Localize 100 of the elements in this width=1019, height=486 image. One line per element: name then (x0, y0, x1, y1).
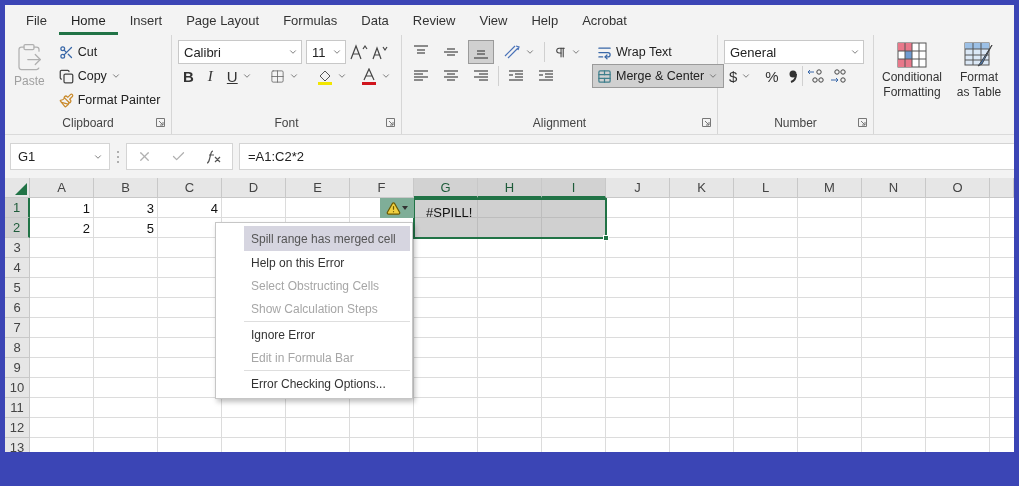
column-header[interactable]: K (670, 178, 734, 198)
row-header[interactable]: 4 (5, 258, 30, 278)
wrap-text-button[interactable]: Wrap Text (592, 40, 724, 64)
table-cell-text: 3 (145, 199, 155, 218)
merge-cells-icon (597, 68, 612, 84)
warning-icon (386, 200, 401, 216)
caret-icon (288, 47, 298, 57)
group-label: Clipboard (62, 116, 114, 130)
row-header[interactable]: 12 (5, 418, 30, 438)
column-header[interactable]: N (862, 178, 926, 198)
menu-item[interactable]: Help on this Error (244, 251, 410, 274)
row-header[interactable]: 5 (5, 278, 30, 298)
column-header[interactable]: J (606, 178, 670, 198)
column-header[interactable]: H (478, 178, 542, 198)
paintbrush-icon (58, 92, 74, 108)
table-cell-text: 2 (81, 219, 91, 238)
copy-button[interactable]: Copy (53, 64, 166, 88)
align-left-icon (413, 69, 429, 83)
column-header[interactable]: O (926, 178, 990, 198)
fill-handle[interactable] (603, 235, 609, 241)
dialog-launcher-icon[interactable] (386, 118, 395, 127)
row-header[interactable]: 9 (5, 358, 30, 378)
group-label: Alignment (532, 116, 587, 130)
copy-icon (58, 68, 74, 84)
caret-icon (741, 71, 752, 81)
currency-button[interactable]: $ (724, 64, 757, 88)
column-header[interactable]: C (158, 178, 222, 198)
number-format-select[interactable]: General (724, 40, 864, 64)
ribbon-tab[interactable]: Data (349, 5, 401, 35)
row-header[interactable]: 3 (5, 238, 30, 258)
column-header[interactable]: F (350, 178, 414, 198)
caret-icon (380, 71, 391, 81)
ribbon-tab[interactable]: Acrobat (570, 5, 639, 35)
ribbon-tab[interactable]: Help (519, 5, 571, 35)
ribbon-tab[interactable]: File (14, 5, 59, 35)
increase-decimal-icon[interactable] (806, 68, 825, 84)
bold-button[interactable]: B (178, 64, 199, 88)
italic-button[interactable]: I (202, 64, 218, 88)
column-header[interactable]: E (286, 178, 350, 198)
dialog-launcher-icon[interactable] (156, 118, 165, 127)
caret-icon (708, 71, 719, 81)
decrease-indent-icon (508, 69, 524, 83)
caret-icon (241, 71, 252, 81)
function-icon[interactable] (206, 149, 223, 164)
column-header[interactable]: G (414, 178, 478, 198)
column-header[interactable]: L (734, 178, 798, 198)
scissors-icon (58, 44, 74, 60)
caret-icon (525, 47, 535, 57)
ribbon-tab[interactable]: Page Layout (174, 5, 272, 35)
column-header[interactable]: D (222, 178, 286, 198)
font-size-select[interactable]: 11 (306, 40, 346, 64)
error-options-button[interactable] (380, 198, 414, 218)
column-header[interactable]: B (94, 178, 158, 198)
row-header[interactable]: 8 (5, 338, 30, 358)
menu-item[interactable]: Ignore Error (244, 323, 410, 346)
column-header[interactable]: A (30, 178, 94, 198)
vertical-align-button[interactable] (468, 40, 494, 64)
grow-font-icon[interactable] (350, 44, 368, 60)
row-header[interactable]: 11 (5, 398, 30, 418)
caret-icon (288, 71, 299, 81)
format-painter-button[interactable]: Format Painter (53, 88, 166, 112)
comma-style-icon[interactable] (787, 69, 798, 83)
highlighted-grid-icon (897, 42, 927, 68)
percent-button[interactable]: % (760, 64, 784, 88)
decrease-decimal-icon[interactable] (828, 68, 847, 84)
row-header[interactable]: 6 (5, 298, 30, 318)
table-brush-icon (964, 42, 994, 68)
conditional-formatting-button[interactable]: Conditional Formatting (880, 40, 944, 134)
font-color-icon (360, 67, 377, 85)
column-header[interactable]: M (798, 178, 862, 198)
ribbon-tab[interactable]: View (467, 5, 520, 35)
menu-item[interactable]: Error Checking Options... (244, 372, 410, 395)
name-box[interactable]: G1 (10, 143, 110, 170)
dialog-launcher-icon[interactable] (702, 118, 711, 127)
caret-icon (336, 71, 347, 81)
shrink-font-icon[interactable] (372, 44, 388, 60)
merge-center-button[interactable]: Merge & Center (592, 64, 724, 88)
ribbon-tab[interactable]: Home (58, 5, 118, 35)
row-header[interactable]: 7 (5, 318, 30, 338)
caret-icon (332, 47, 342, 57)
select-all-icon[interactable] (15, 183, 27, 195)
underline-button[interactable]: U (221, 64, 257, 88)
row-header[interactable]: 13 (5, 438, 30, 452)
column-header[interactable]: I (542, 178, 606, 198)
ribbon-tab[interactable]: Insert (117, 5, 175, 35)
align-center-icon (443, 69, 459, 83)
formula-input[interactable]: =A1:C2*2 (239, 143, 1014, 170)
table-cell-text: 5 (145, 219, 155, 238)
drag-handle-icon[interactable] (116, 149, 120, 164)
row-header[interactable]: 1 (5, 198, 30, 218)
format-as-table-button[interactable]: Format as Table (950, 40, 1008, 134)
row-header[interactable]: 2 (5, 218, 30, 238)
group-label: Number (774, 116, 817, 130)
caret-icon (571, 47, 581, 57)
cut-button[interactable]: Cut (53, 40, 166, 64)
row-header[interactable]: 10 (5, 378, 30, 398)
dialog-launcher-icon[interactable] (858, 118, 867, 127)
ribbon-tab[interactable]: Formulas (271, 5, 350, 35)
ribbon-tab[interactable]: Review (400, 5, 468, 35)
font-name-select[interactable]: Calibri (178, 40, 302, 64)
